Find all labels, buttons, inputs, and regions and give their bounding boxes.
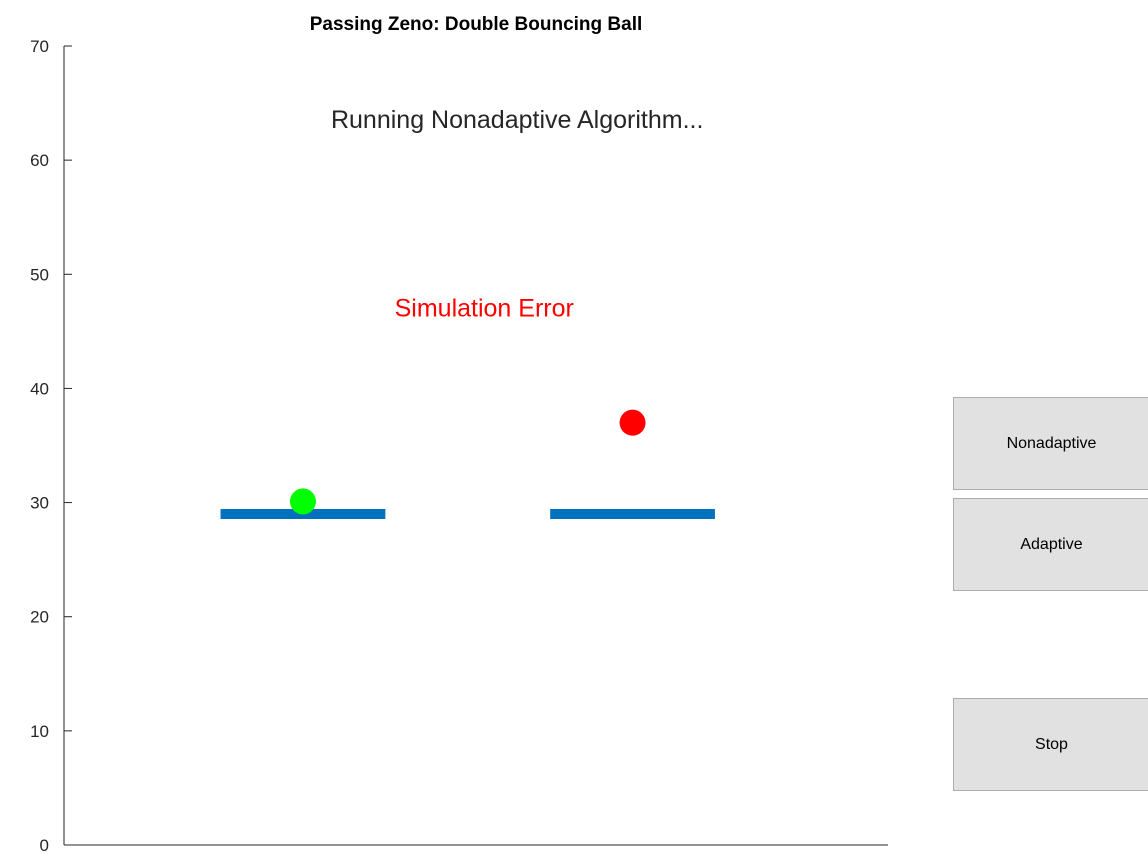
y-tick-label: 10	[30, 722, 49, 741]
nonadaptive-button[interactable]: Nonadaptive	[953, 397, 1148, 490]
plot-area: 0 10 20 30 40 50 60 70 Passing Zeno: Double Bou…	[30, 14, 888, 855]
y-tick-label: 30	[30, 494, 49, 513]
y-tick-label: 20	[30, 608, 49, 627]
ball-1	[289, 488, 316, 515]
status-annotation: Running Nonadaptive Algorithm...	[331, 106, 703, 134]
error-annotation: Simulation Error	[395, 295, 574, 323]
y-axis-ticks: 0 10 20 30 40 50 60 70	[30, 37, 72, 855]
y-tick-label: 70	[30, 37, 49, 56]
annotations: Running Nonadaptive Algorithm... Simulati…	[331, 106, 703, 322]
balls	[289, 409, 646, 515]
stop-button[interactable]: Stop	[953, 698, 1148, 791]
y-tick-label: 40	[30, 379, 49, 398]
adaptive-button[interactable]: Adaptive	[953, 498, 1148, 591]
chart-title: Passing Zeno: Double Bouncing Ball	[310, 14, 643, 35]
y-tick-label: 50	[30, 265, 49, 284]
ball-2	[619, 409, 646, 436]
y-tick-label: 0	[40, 836, 49, 855]
y-tick-label: 60	[30, 151, 49, 170]
